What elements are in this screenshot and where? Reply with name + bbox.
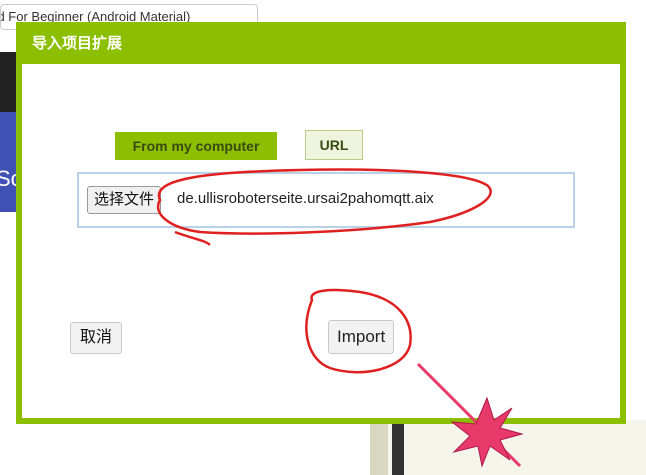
dialog-body: From my computer URL 选择文件 de.ullisrobote…: [22, 64, 620, 418]
background-right-panel: [370, 420, 646, 475]
choose-file-button[interactable]: 选择文件: [87, 186, 162, 214]
file-chooser-panel: 选择文件 de.ullisroboterseite.ursai2pahomqtt…: [77, 172, 575, 228]
dialog-title: 导入项目扩展: [32, 35, 123, 52]
background-right-dark: [392, 420, 404, 475]
selected-filename: de.ullisroboterseite.ursai2pahomqtt.aix: [177, 190, 434, 207]
tab-url[interactable]: URL: [305, 130, 363, 160]
tab-from-my-computer[interactable]: From my computer: [115, 132, 277, 160]
background-right-grey: [370, 420, 388, 475]
import-button[interactable]: Import: [328, 320, 395, 354]
import-extension-dialog: 导入项目扩展 From my computer URL 选择文件 de.ulli…: [16, 22, 626, 424]
cancel-button[interactable]: 取消: [70, 322, 123, 354]
